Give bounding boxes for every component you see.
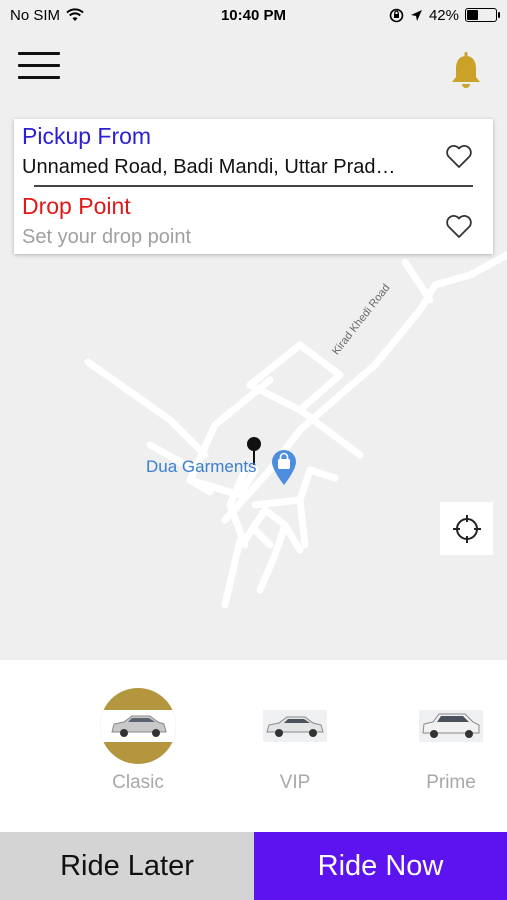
vehicle-name: Prime	[426, 772, 476, 793]
place-label[interactable]: Dua Garments	[146, 457, 257, 477]
vehicle-option-vip[interactable]: VIP	[240, 660, 350, 832]
bell-icon	[452, 52, 480, 88]
drop-label: Drop Point	[22, 193, 131, 219]
vehicle-selector: Clasic VIP Prime	[0, 660, 507, 832]
crosshair-icon	[452, 514, 481, 543]
vehicle-option-prime[interactable]: Prime	[396, 660, 506, 832]
vehicle-icon	[257, 688, 333, 764]
location-arrow-icon	[410, 9, 422, 21]
orientation-lock-icon	[389, 8, 404, 22]
menu-button[interactable]	[18, 52, 60, 82]
status-bar-left: No SIM	[10, 7, 84, 24]
battery-icon	[465, 8, 500, 22]
menu-bar	[18, 76, 60, 79]
menu-bar	[18, 52, 60, 55]
vehicle-option-clasic[interactable]: Clasic	[83, 660, 193, 832]
pickup-label: Pickup From	[22, 123, 152, 149]
wifi-icon	[66, 8, 84, 21]
ride-later-button[interactable]: Ride Later	[0, 832, 254, 900]
battery-percent: 42%	[428, 6, 459, 24]
pickup-address-field[interactable]: Unnamed Road, Badi Mandi, Uttar Prad…	[22, 156, 432, 179]
vehicle-name: Clasic	[112, 772, 164, 793]
ride-now-button[interactable]: Ride Now	[254, 832, 507, 900]
shopping-bag-marker-icon[interactable]	[270, 448, 298, 486]
sedan-car-icon	[100, 710, 176, 742]
vehicle-name: VIP	[279, 772, 311, 793]
drop-address-field[interactable]: Set your drop point	[22, 226, 191, 249]
status-bar-right: 42%	[389, 6, 500, 24]
menu-bar	[18, 64, 60, 67]
vehicle-icon-selected	[100, 688, 176, 764]
status-bar: No SIM 10:40 PM 42%	[0, 0, 507, 30]
drop-favorite-heart-icon[interactable]	[445, 213, 473, 239]
notification-button[interactable]	[448, 50, 484, 90]
my-location-button[interactable]	[440, 502, 493, 555]
bottom-action-bar: Ride Later Ride Now	[0, 832, 507, 900]
suv-car-icon	[419, 710, 483, 742]
luxury-car-icon	[263, 710, 327, 742]
vehicle-icon	[413, 688, 489, 764]
carrier-text: No SIM	[10, 6, 61, 24]
battery-level	[467, 10, 478, 20]
pickup-favorite-heart-icon[interactable]	[445, 143, 473, 169]
address-card: Pickup From Unnamed Road, Badi Mandi, Ut…	[14, 119, 493, 254]
card-divider	[34, 185, 473, 187]
